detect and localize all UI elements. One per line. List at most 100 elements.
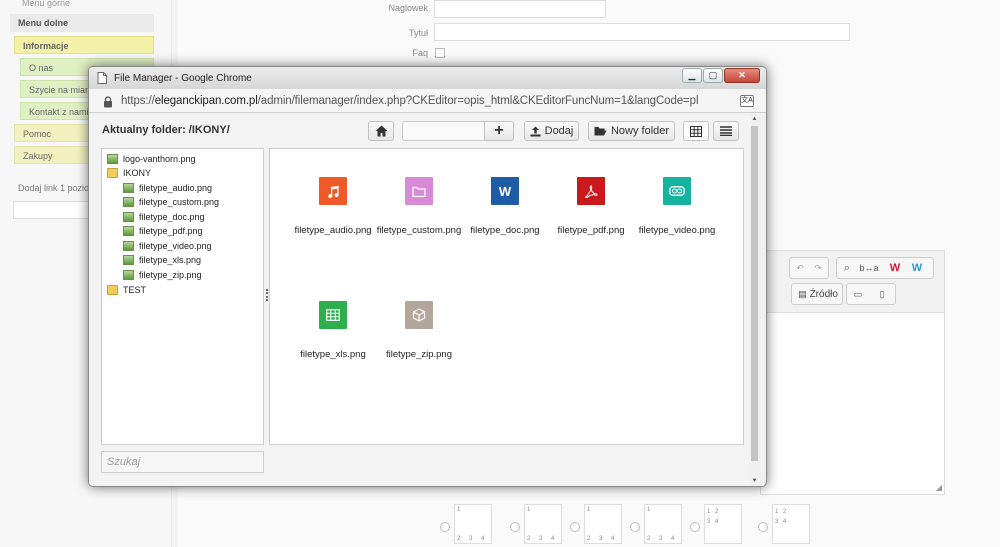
find-group: ⌕ b↔a W W bbox=[836, 257, 934, 279]
tree-item-ikony[interactable]: IKONY bbox=[107, 166, 151, 180]
layout-radio-3[interactable] bbox=[570, 522, 580, 532]
file-doc[interactable]: W filetype_doc.png bbox=[462, 177, 548, 236]
tree-item-zip[interactable]: filetype_zip.png bbox=[123, 268, 202, 282]
folder-icon bbox=[107, 285, 118, 295]
layout-thumb-3[interactable]: 1234 bbox=[584, 504, 622, 544]
blocks-icon[interactable]: ▯ bbox=[873, 285, 891, 303]
grid-view-button[interactable] bbox=[683, 121, 709, 141]
ckeditor-toolbar: ↶ ↷ ⌕ b↔a W W ▤ Źródło ▭ ▯ bbox=[761, 251, 944, 313]
image-file-icon bbox=[123, 241, 134, 251]
page-icon bbox=[97, 72, 108, 85]
pdf-icon bbox=[577, 177, 605, 205]
add-link-input[interactable] bbox=[13, 201, 93, 219]
list-view-button[interactable] bbox=[713, 121, 739, 141]
layout-thumb-1[interactable]: 1234 bbox=[454, 504, 492, 544]
source-label: Źródło bbox=[809, 288, 838, 300]
layout-thumb-4[interactable]: 1234 bbox=[644, 504, 682, 544]
video-icon bbox=[663, 177, 691, 205]
faq-checkbox[interactable] bbox=[435, 48, 445, 58]
layout-radio-2[interactable] bbox=[510, 522, 520, 532]
layout-radio-4[interactable] bbox=[630, 522, 640, 532]
new-folder-button[interactable]: Nowy folder bbox=[588, 121, 675, 141]
window-controls: ▁ ▢ ✕ bbox=[682, 68, 760, 83]
folder-icon bbox=[405, 177, 433, 205]
file-grid: filetype_audio.png filetype_custom.png W… bbox=[269, 148, 744, 445]
new-folder-name-input[interactable] bbox=[402, 121, 484, 141]
upload-button[interactable]: Dodaj bbox=[524, 121, 579, 141]
vertical-scrollbar[interactable]: ▲ ▼ bbox=[750, 114, 759, 486]
tree-item-pdf[interactable]: filetype_pdf.png bbox=[123, 224, 203, 238]
menu-bottom-heading[interactable]: Menu dolne bbox=[10, 14, 154, 32]
undo-icon[interactable]: ↶ bbox=[792, 259, 808, 277]
image-file-icon bbox=[123, 255, 134, 265]
preview-icon[interactable]: ▭ bbox=[849, 285, 867, 303]
url-text[interactable]: https://eleganckipan.com.pl/admin/filema… bbox=[121, 95, 699, 107]
menu-item-informacje[interactable]: Informacje bbox=[14, 36, 154, 54]
layout-thumb-6[interactable]: 1234 bbox=[772, 504, 810, 544]
layout-thumb-5[interactable]: 1234 bbox=[704, 504, 742, 544]
resize-handle[interactable]: ◢ bbox=[936, 483, 942, 492]
current-folder: Aktualny folder: /IKONY/ bbox=[102, 124, 230, 136]
file-audio[interactable]: filetype_audio.png bbox=[290, 177, 376, 236]
tree-item-logo[interactable]: logo-vanthorn.png bbox=[107, 152, 196, 166]
word-icon: W bbox=[491, 177, 519, 205]
music-icon bbox=[319, 177, 347, 205]
add-folder-button[interactable]: + bbox=[484, 121, 514, 141]
replace-icon[interactable]: b↔a bbox=[859, 259, 879, 277]
title-label: Tytuł bbox=[408, 28, 428, 38]
window-titlebar[interactable]: File Manager - Google Chrome ▁ ▢ ✕ bbox=[89, 67, 766, 89]
redo-icon[interactable]: ↷ bbox=[810, 259, 826, 277]
ckeditor-area[interactable]: ↶ ↷ ⌕ b↔a W W ▤ Źródło ▭ ▯ ◢ bbox=[760, 250, 945, 495]
layout-radio-5[interactable] bbox=[690, 522, 700, 532]
layout-radio-1[interactable] bbox=[440, 522, 450, 532]
close-icon[interactable]: ✕ bbox=[724, 68, 760, 83]
maximize-icon[interactable]: ▢ bbox=[703, 68, 723, 83]
image-file-icon bbox=[123, 226, 134, 236]
layout-radio-6[interactable] bbox=[758, 522, 768, 532]
tree-item-xls[interactable]: filetype_xls.png bbox=[123, 253, 201, 267]
source-group: ▤ Źródło bbox=[791, 283, 843, 305]
minimize-icon[interactable]: ▁ bbox=[682, 68, 702, 83]
tree-item-video[interactable]: filetype_video.png bbox=[123, 239, 212, 253]
heading-field[interactable] bbox=[434, 0, 606, 18]
layout-thumb-2[interactable]: 1234 bbox=[524, 504, 562, 544]
grid-icon bbox=[690, 125, 702, 137]
plus-icon: + bbox=[494, 122, 504, 139]
file-xls[interactable]: filetype_xls.png bbox=[290, 301, 376, 360]
spellcheck-icon[interactable]: W bbox=[909, 259, 925, 277]
pane-resize-handle[interactable] bbox=[266, 289, 268, 301]
scrollbar-thumb[interactable] bbox=[751, 126, 758, 461]
file-custom[interactable]: filetype_custom.png bbox=[376, 177, 462, 236]
scroll-up-icon[interactable]: ▲ bbox=[751, 116, 758, 122]
file-pdf[interactable]: filetype_pdf.png bbox=[548, 177, 634, 236]
undo-redo-group: ↶ ↷ bbox=[789, 257, 829, 279]
home-button[interactable] bbox=[368, 121, 394, 141]
menu-top-heading[interactable]: Menu górne bbox=[14, 0, 154, 12]
address-bar[interactable]: https://eleganckipan.com.pl/admin/filema… bbox=[89, 89, 766, 113]
file-manager-window: File Manager - Google Chrome ▁ ▢ ✕ https… bbox=[88, 66, 767, 487]
image-file-icon bbox=[123, 270, 134, 280]
paste-word-icon[interactable]: W bbox=[887, 259, 903, 277]
window-title: File Manager - Google Chrome bbox=[114, 72, 252, 84]
tree-item-custom[interactable]: filetype_custom.png bbox=[123, 195, 219, 209]
folder-open-icon bbox=[594, 127, 607, 136]
title-field[interactable] bbox=[434, 23, 850, 41]
image-file-icon bbox=[123, 197, 134, 207]
file-video[interactable]: filetype_video.png bbox=[634, 177, 720, 236]
file-manager: Aktualny folder: /IKONY/ + Dodaj Nowy fo… bbox=[89, 114, 759, 486]
tree-item-test[interactable]: TEST bbox=[107, 283, 146, 297]
find-icon[interactable]: ⌕ bbox=[839, 259, 855, 277]
upload-icon bbox=[530, 126, 541, 136]
scroll-down-icon[interactable]: ▼ bbox=[751, 478, 758, 484]
heading-label: Naglowek bbox=[388, 3, 428, 13]
translate-icon[interactable]: 文A bbox=[740, 95, 754, 107]
faq-label: Faq bbox=[412, 48, 428, 58]
image-file-icon bbox=[123, 212, 134, 222]
spreadsheet-icon bbox=[319, 301, 347, 329]
source-button[interactable]: ▤ Źródło bbox=[794, 285, 842, 303]
tree-item-doc[interactable]: filetype_doc.png bbox=[123, 210, 205, 224]
preview-group: ▭ ▯ bbox=[846, 283, 896, 305]
search-input[interactable]: Szukaj bbox=[101, 451, 264, 473]
file-zip[interactable]: filetype_zip.png bbox=[376, 301, 462, 360]
tree-item-audio[interactable]: filetype_audio.png bbox=[123, 181, 212, 195]
